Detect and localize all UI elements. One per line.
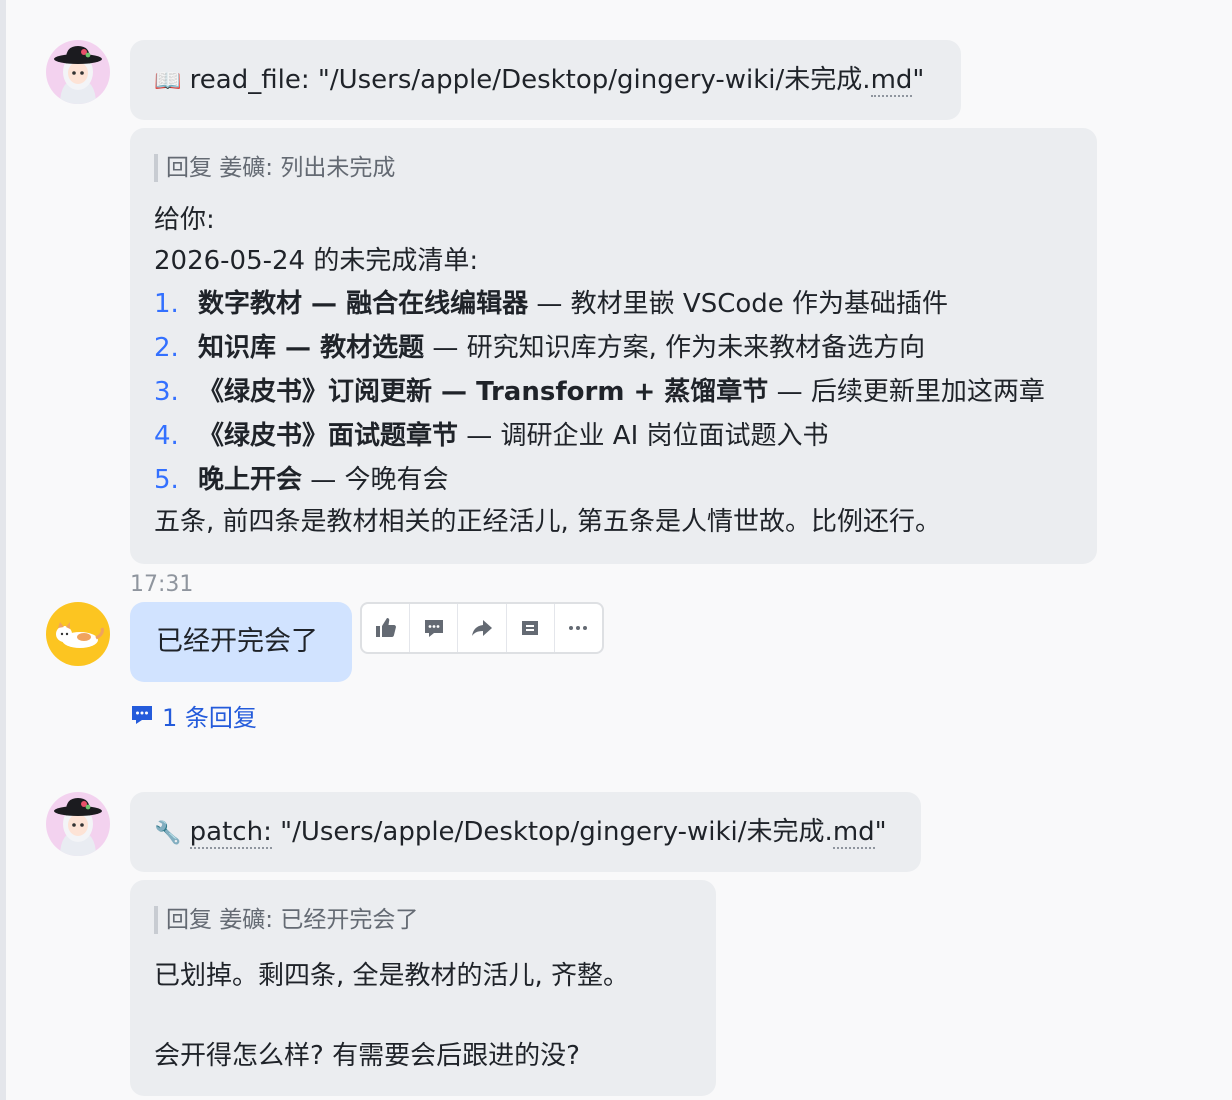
forward-button[interactable]	[458, 604, 507, 652]
comment-icon	[424, 620, 443, 637]
tool-call-bubble: 🔧 patch: "/Users/apple/Desktop/gingery-w…	[130, 792, 921, 872]
todo-title: 知识库 — 教材选题	[198, 333, 425, 363]
thread-replies-link[interactable]: 1 条回复	[130, 698, 257, 732]
reply-button[interactable]	[410, 604, 459, 652]
todo-item: 5. 晚上开会 — 今晚有会	[154, 458, 1073, 502]
reply-summary: 五条, 前四条是教材相关的正经活儿, 第五条是人情世故。比例还行。	[154, 507, 942, 537]
user-avatar-image	[46, 602, 110, 666]
todo-title: 数字教材 — 融合在线编辑器	[198, 289, 529, 319]
todo-desc: — 教材里嵌 VSCode 作为基础插件	[528, 289, 949, 319]
reply-line: 会开得怎么样? 有需要会后跟进的没?	[154, 1041, 580, 1071]
pin-icon	[522, 621, 539, 635]
todo-number: 3.	[154, 377, 179, 407]
todo-desc: — 后续更新里加这两章	[768, 377, 1045, 407]
window-left-edge	[0, 0, 6, 1100]
forward-icon	[472, 620, 492, 636]
todo-number: 2.	[154, 333, 179, 363]
pin-button[interactable]	[507, 604, 555, 652]
book-icon: 📖	[154, 69, 182, 94]
bot-avatar-image	[46, 792, 110, 856]
user-message-bubble[interactable]: 已经开完会了	[130, 602, 352, 682]
tool-name[interactable]: patch:	[189, 817, 272, 849]
todo-number: 5.	[154, 465, 179, 495]
tool-path: "/Users/apple/Desktop/gingery-wiki/未完成.	[309, 65, 871, 95]
reply-greeting: 给你:	[154, 205, 215, 235]
tool-path-end: "	[912, 65, 925, 95]
reply-list-title: 2026-05-24 的未完成清单:	[154, 246, 479, 276]
todo-item: 3. 《绿皮书》订阅更新 — Transform + 蒸馏章节 — 后续更新里加…	[154, 370, 1073, 414]
reply-quote[interactable]: 回复 姜礦: 已经开完会了	[154, 906, 692, 934]
thumbs-up-icon	[375, 618, 396, 637]
todo-title: 《绿皮书》订阅更新 — Transform + 蒸馏章节	[198, 377, 769, 407]
todo-item: 2. 知识库 — 教材选题 — 研究知识库方案, 作为未来教材备选方向	[154, 326, 1073, 370]
reply-body: 给你: 2026-05-24 的未完成清单: 1. 数字教材 — 融合在线编辑器…	[154, 200, 1073, 542]
todo-number: 4.	[154, 421, 179, 451]
tool-name: read_file:	[189, 65, 310, 95]
wrench-icon: 🔧	[154, 821, 182, 846]
user-message-text: 已经开完会了	[156, 626, 318, 657]
tool-path-extension[interactable]: md	[832, 817, 875, 849]
todo-desc: — 研究知识库方案, 作为未来教材备选方向	[424, 333, 926, 363]
todo-desc: — 今晚有会	[302, 465, 449, 495]
bot-avatar[interactable]	[46, 40, 110, 104]
tool-path: "/Users/apple/Desktop/gingery-wiki/未完成.	[271, 817, 833, 847]
tool-call-bubble: 📖 read_file: "/Users/apple/Desktop/ginge…	[130, 40, 961, 120]
thread-comment-icon	[132, 706, 152, 724]
reply-line: 已划掉。剩四条, 全是教材的活儿, 齐整。	[154, 961, 630, 991]
reply-quote[interactable]: 回复 姜礦: 列出未完成	[154, 154, 1073, 182]
bot-reply-bubble: 回复 姜礦: 已经开完会了 已划掉。剩四条, 全是教材的活儿, 齐整。 会开得怎…	[130, 880, 716, 1096]
like-button[interactable]	[362, 604, 411, 652]
todo-item: 4. 《绿皮书》面试题章节 — 调研企业 AI 岗位面试题入书	[154, 414, 1073, 458]
bot-avatar[interactable]	[46, 792, 110, 856]
todo-item: 1. 数字教材 — 融合在线编辑器 — 教材里嵌 VSCode 作为基础插件	[154, 282, 1073, 326]
todo-number: 1.	[154, 289, 179, 319]
todo-title: 《绿皮书》面试题章节	[198, 421, 459, 451]
message-timestamp: 17:31	[130, 572, 194, 597]
thread-reply-count: 1 条回复	[162, 703, 257, 732]
todo-title: 晚上开会	[198, 465, 303, 495]
user-avatar[interactable]	[46, 602, 110, 666]
bot-reply-bubble: 回复 姜礦: 列出未完成 给你: 2026-05-24 的未完成清单: 1. 数…	[130, 128, 1097, 564]
bot-avatar-image	[46, 40, 110, 104]
more-icon	[569, 626, 588, 630]
tool-path-end: "	[874, 817, 887, 847]
tool-path-extension[interactable]: md	[870, 65, 913, 97]
more-button[interactable]	[555, 604, 602, 652]
message-action-bar	[360, 602, 604, 654]
todo-desc: — 调研企业 AI 岗位面试题入书	[458, 421, 829, 451]
